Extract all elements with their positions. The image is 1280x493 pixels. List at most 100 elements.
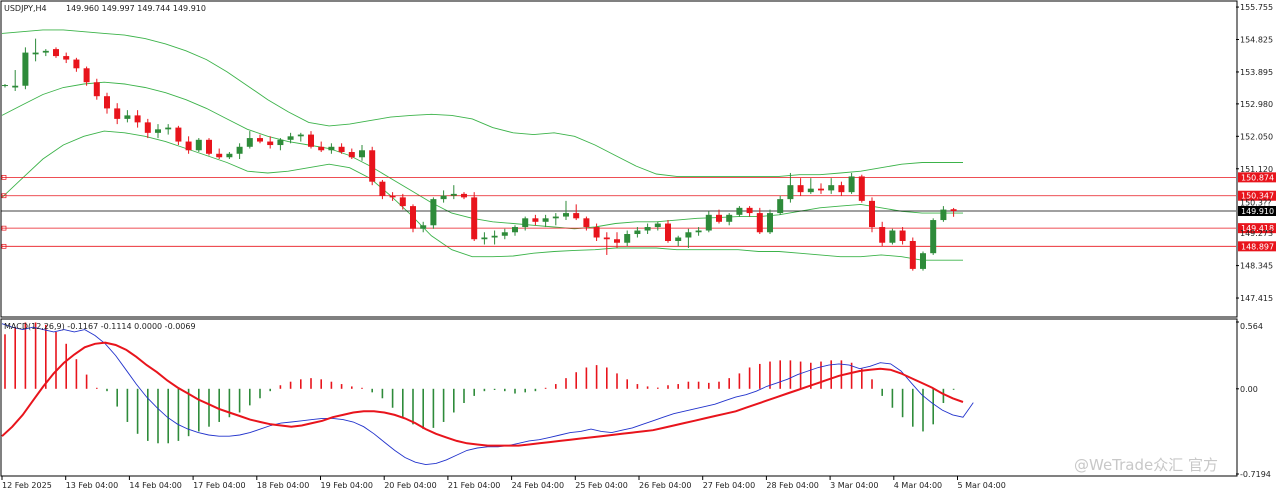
bull-candle (736, 207, 743, 215)
bear-candle (369, 150, 376, 182)
bull-candle (930, 220, 937, 254)
time-tick-label: 26 Feb 04:00 (639, 481, 691, 490)
bear-candle (410, 206, 416, 229)
time-tick-label: 12 Feb 2025 (2, 481, 52, 490)
bear-candle (267, 141, 274, 146)
time-tick-label: 17 Feb 04:00 (193, 481, 245, 490)
bull-candle (624, 234, 631, 243)
bear-candle (909, 240, 916, 269)
bull-candle (767, 213, 773, 233)
macd-tick-label: 0.00 (1240, 385, 1258, 394)
bear-candle (746, 207, 753, 214)
bull-candle (124, 115, 131, 119)
time-tick-label: 18 Feb 04:00 (257, 481, 309, 490)
price-tick-label: 148.345 (1240, 262, 1273, 271)
bear-candle (144, 122, 151, 133)
price-tick-label: 155.755 (1240, 3, 1273, 12)
macd-tick-label: -0.7194 (1240, 470, 1271, 479)
time-tick-label: 13 Feb 04:00 (66, 481, 118, 490)
bull-candle (654, 223, 661, 228)
bull-candle (297, 134, 304, 137)
bear-candle (175, 127, 182, 142)
bull-candle (685, 232, 692, 238)
bull-candle (726, 214, 733, 222)
bull-candle (563, 213, 569, 217)
bull-candle (246, 138, 253, 147)
bull-candle (32, 52, 39, 55)
bear-candle (318, 146, 325, 151)
bear-candle (83, 68, 90, 83)
bull-candle (777, 199, 784, 214)
bull-candle (940, 209, 947, 221)
hidden-price-label: 150.3?? (1240, 199, 1271, 208)
price-tick-label: 147.415 (1240, 294, 1273, 303)
bull-candle (501, 232, 508, 236)
bear-candle (389, 195, 396, 198)
bear-candle (338, 146, 345, 153)
bear-candle (206, 139, 212, 154)
time-tick-label: 4 Mar 04:00 (894, 481, 942, 490)
bear-candle (614, 239, 620, 243)
bear-candle (185, 141, 192, 151)
time-tick-label: 19 Feb 04:00 (321, 481, 373, 490)
bull-candle (848, 176, 855, 193)
time-tick-label: 3 Mar 04:00 (830, 481, 878, 490)
bull-candle (450, 193, 457, 196)
bear-candle (114, 108, 121, 119)
bull-candle (287, 136, 294, 140)
time-tick-label: 24 Feb 04:00 (512, 481, 564, 490)
bear-candle (399, 197, 406, 207)
bull-candle (359, 150, 365, 158)
time-tick-label: 21 Feb 04:00 (448, 481, 500, 490)
bull-candle (277, 139, 284, 146)
time-tick-label: 14 Feb 04:00 (129, 481, 181, 490)
bear-candle (583, 218, 590, 228)
bear-candle (471, 197, 478, 240)
bull-candle (920, 253, 926, 269)
bull-candle (165, 127, 172, 130)
bear-candle (53, 49, 59, 57)
bear-candle (899, 230, 906, 241)
current-price-label: 149.910 (1241, 207, 1274, 216)
bull-candle (695, 230, 702, 233)
bull-candle (807, 188, 814, 193)
macd-label: MACD(12,26,9) -0.1167 -0.1114 0.0000 -0.… (4, 322, 196, 331)
bull-candle (634, 230, 641, 235)
time-tick-label: 27 Feb 04:00 (703, 481, 755, 490)
bear-candle (869, 200, 875, 228)
bear-candle (348, 152, 355, 158)
bull-candle (889, 230, 896, 243)
price-tick-label: 151.120 (1240, 165, 1273, 174)
bear-candle (257, 138, 263, 142)
time-tick-label: 28 Feb 04:00 (766, 481, 818, 490)
time-tick-label: 25 Feb 04:00 (575, 481, 627, 490)
bull-candle (195, 139, 202, 151)
bear-candle (308, 134, 314, 147)
hidden-price-label: 149.273 (1240, 229, 1273, 238)
bear-candle (818, 188, 824, 191)
bull-candle (491, 235, 498, 238)
bear-candle (134, 115, 141, 123)
time-tick-label: 20 Feb 04:00 (384, 481, 436, 490)
bull-candle (226, 153, 233, 158)
bull-candle (430, 199, 437, 226)
bull-candle (328, 146, 335, 151)
bear-candle (838, 185, 845, 193)
macd-tick-label: 0.564 (1240, 322, 1263, 331)
bear-candle (104, 96, 110, 109)
watermark: @WeTrade众汇 官方 (1074, 456, 1218, 474)
bear-candle (716, 214, 722, 222)
bull-candle (644, 227, 651, 231)
bear-candle (950, 209, 957, 211)
bull-candle (828, 185, 835, 191)
bear-candle (603, 237, 610, 240)
bear-candle (573, 213, 580, 219)
trading-chart[interactable]: 150.874150.347149.418148.897149.910 USDJ… (0, 0, 1280, 493)
bear-candle (756, 213, 763, 233)
bull-candle (552, 216, 559, 219)
bull-candle (705, 214, 712, 231)
bear-candle (665, 223, 671, 241)
bull-candle (481, 237, 488, 240)
bear-candle (461, 193, 467, 198)
time-tick-label: 5 Mar 04:00 (958, 481, 1006, 490)
